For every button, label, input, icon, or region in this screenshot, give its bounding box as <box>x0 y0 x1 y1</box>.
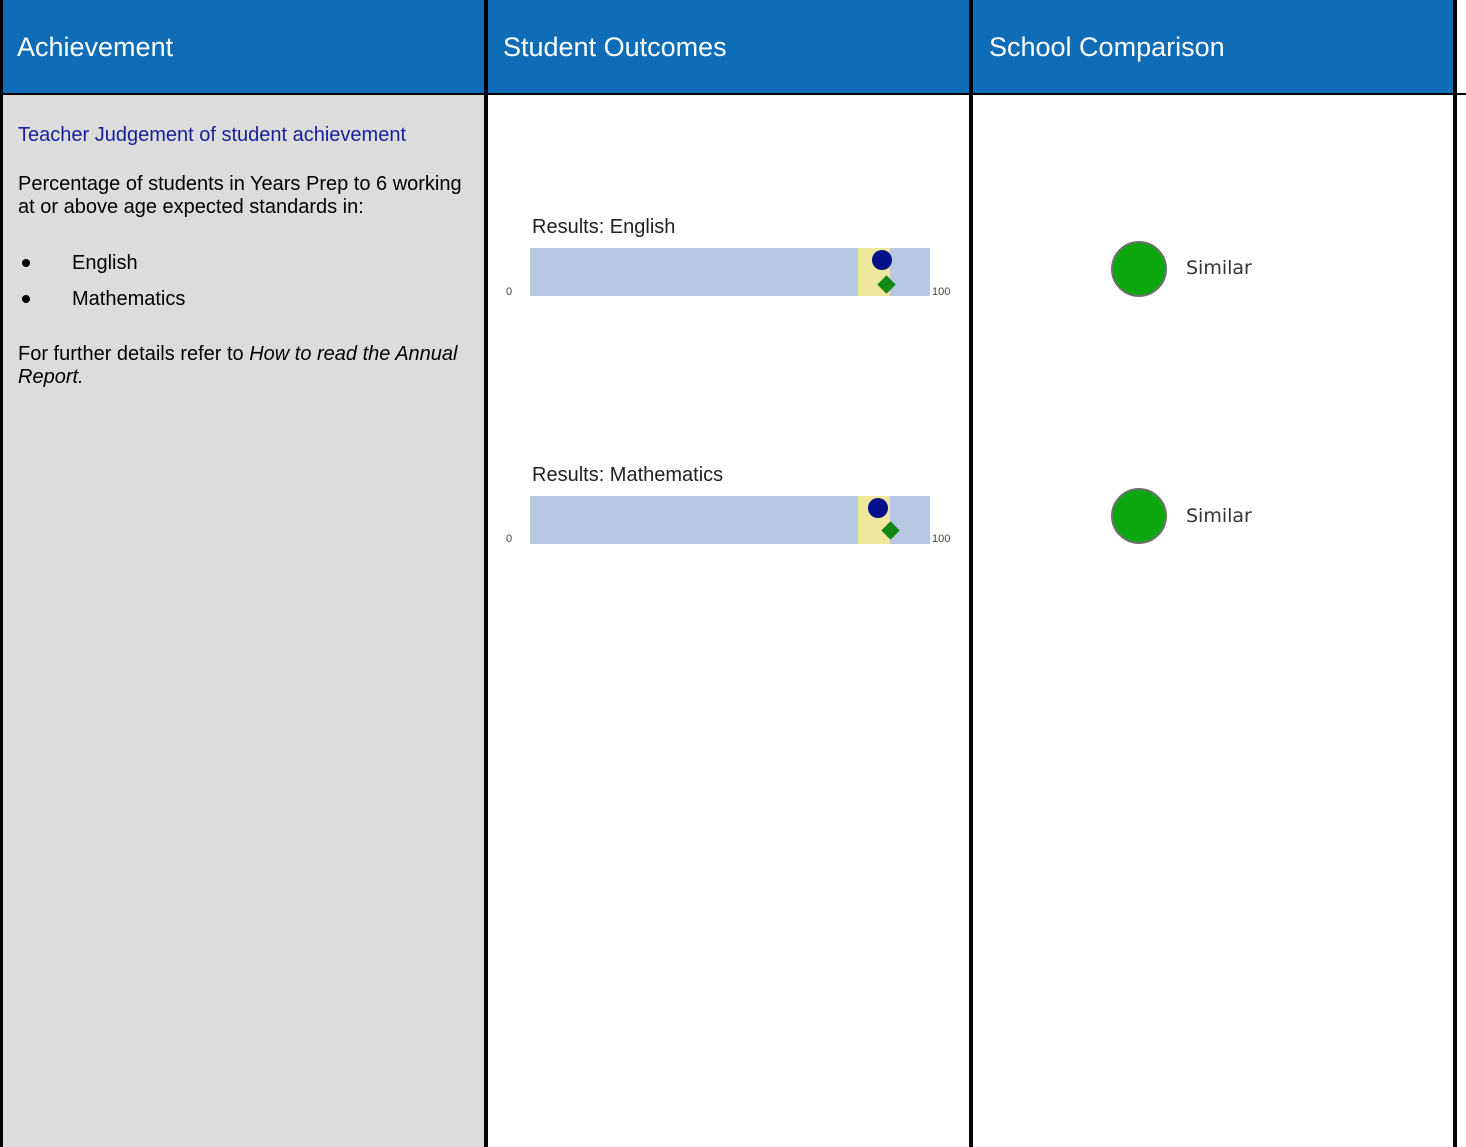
result-bar-mathematics <box>530 496 930 544</box>
footer-prefix: For further details refer to <box>18 343 250 365</box>
header-student-outcomes: Student Outcomes <box>486 0 972 94</box>
header-achievement: Achievement <box>0 0 486 94</box>
axis-min-mathematics: 0 <box>506 533 513 545</box>
axis-min-english: 0 <box>506 286 513 298</box>
column-divider-right <box>1453 0 1457 1147</box>
result-bar-english <box>530 248 930 296</box>
achievement-title: Teacher Judgement of student achievement <box>18 124 407 146</box>
subject-item-english: English <box>18 245 478 281</box>
comparison-indicator-english <box>1111 241 1167 297</box>
column-divider-2 <box>969 0 973 1147</box>
subject-list: English Mathematics <box>18 245 478 317</box>
comparison-label-mathematics: Similar <box>1186 505 1252 527</box>
column-divider-1 <box>484 0 488 1147</box>
header-divider <box>0 93 1466 95</box>
achievement-description: Percentage of students in Years Prep to … <box>18 173 462 218</box>
axis-max-mathematics: 100 <box>932 533 951 545</box>
comparison-label-english: Similar <box>1186 257 1252 279</box>
comparison-indicator-mathematics <box>1111 488 1167 544</box>
axis-max-english: 100 <box>932 286 951 298</box>
subject-item-mathematics: Mathematics <box>18 281 478 317</box>
header-school-comparison: School Comparison <box>972 0 1454 94</box>
achievement-table: Achievement Student Outcomes School Comp… <box>0 0 1466 1147</box>
achievement-content: Teacher Judgement of student achievement… <box>18 124 478 389</box>
result-label-english: Results: English <box>532 216 676 238</box>
column-divider-left <box>0 0 3 1147</box>
school-result-marker-english <box>872 250 892 270</box>
result-label-mathematics: Results: Mathematics <box>532 464 724 486</box>
school-result-marker-mathematics <box>868 498 888 518</box>
achievement-footer: For further details refer to How to read… <box>18 343 478 389</box>
